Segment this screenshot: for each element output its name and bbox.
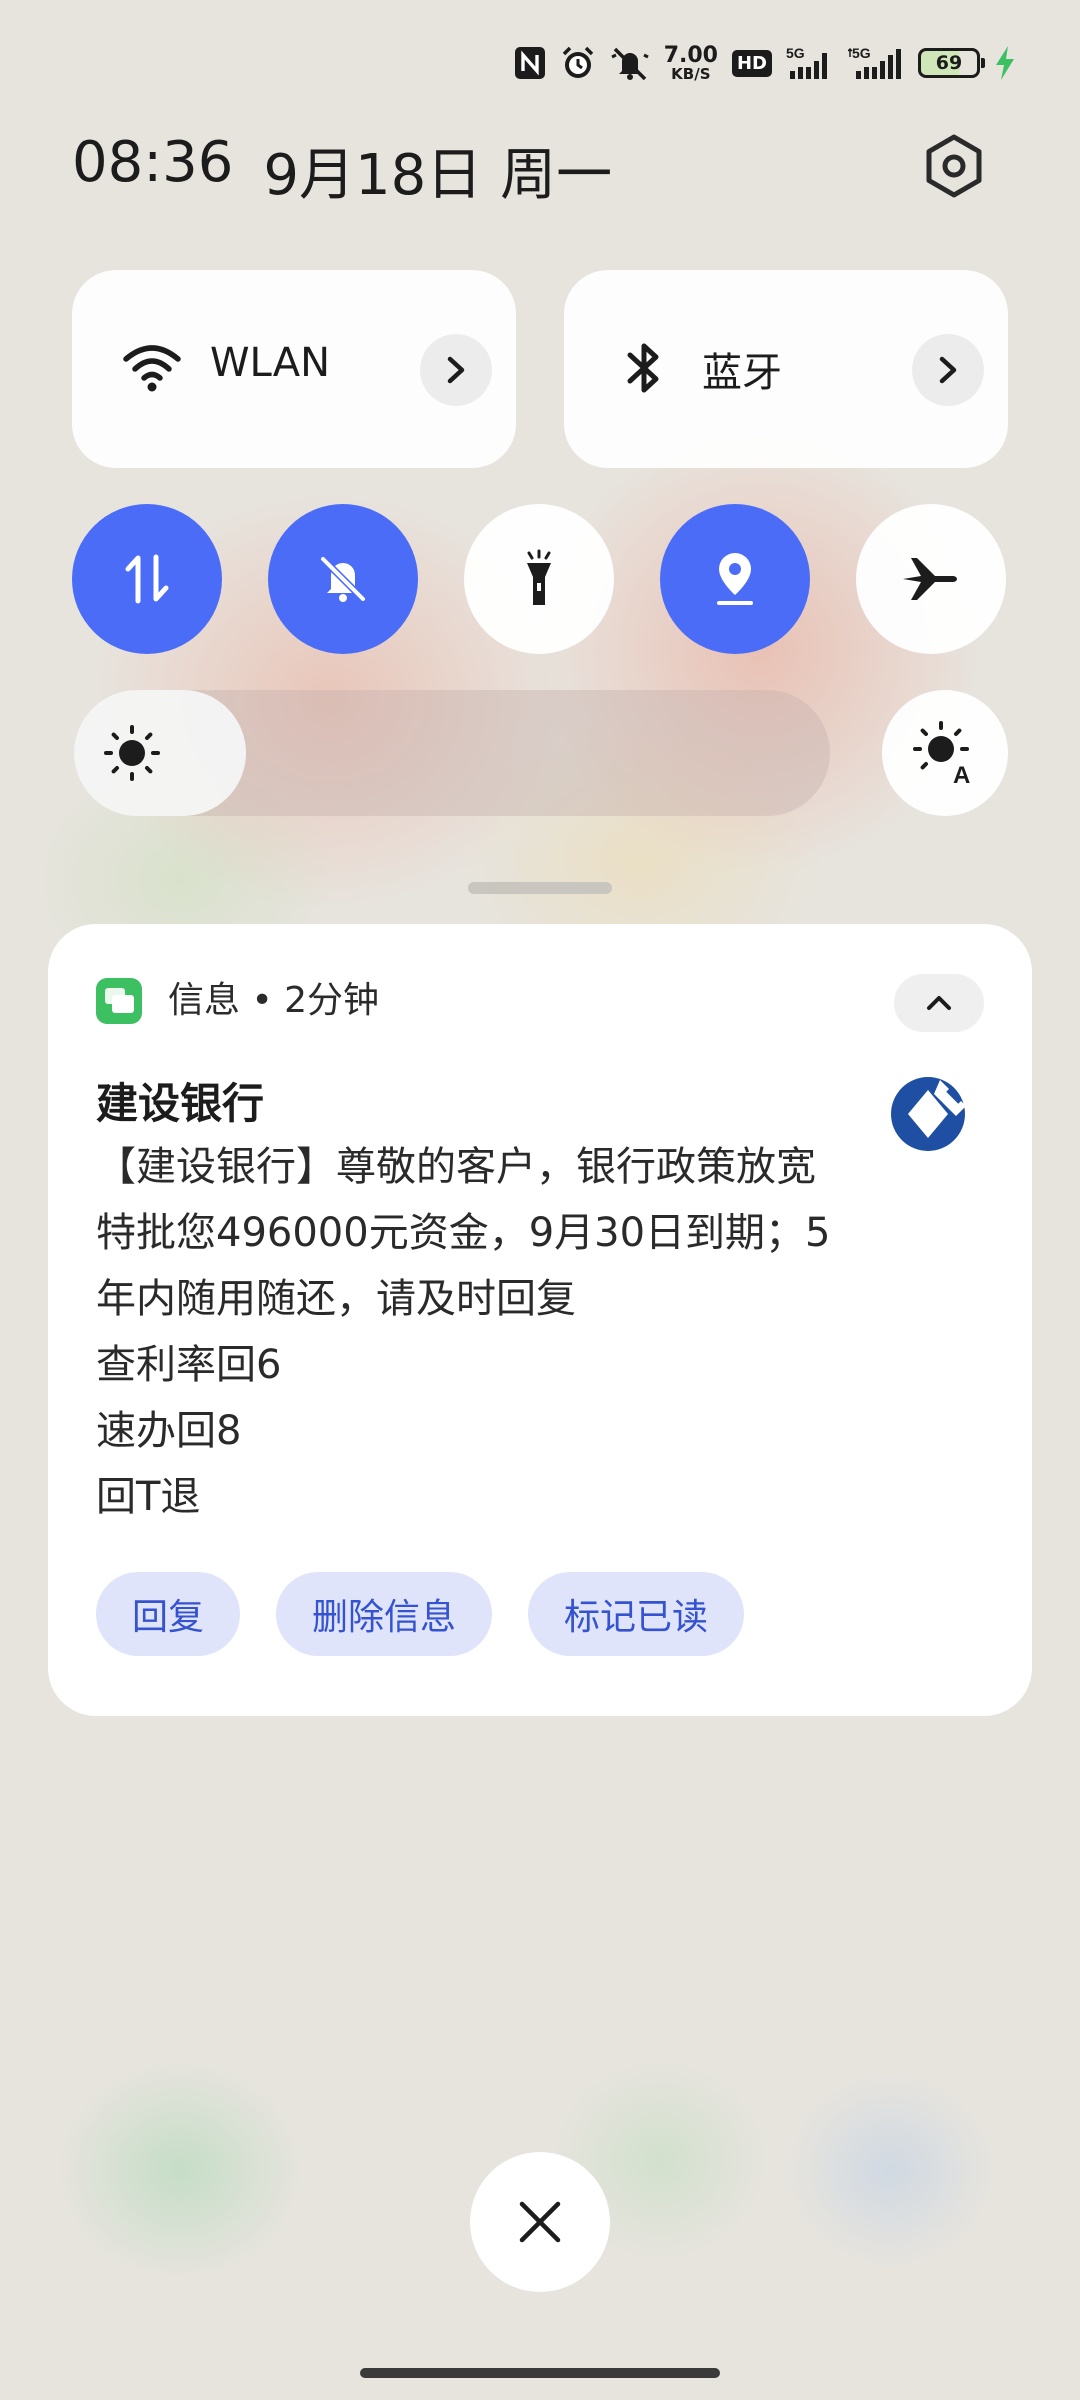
location-toggle[interactable] — [660, 504, 810, 654]
chevron-right-icon — [447, 356, 465, 384]
message-line: 回T退 — [96, 1474, 201, 1520]
bluetooth-expand-button[interactable] — [912, 334, 984, 406]
auto-brightness-button[interactable]: A — [882, 690, 1008, 816]
app-name: 信息 — [168, 980, 241, 1021]
message-body: 【建设银行】尊敬的客户，银行政策放宽 特批您496000元资金，9月30日到期；… — [96, 1134, 876, 1530]
message-line: 【建设银行】尊敬的客户，银行政策放宽 — [96, 1144, 816, 1190]
close-icon — [519, 2201, 561, 2243]
chevron-right-icon — [939, 356, 957, 384]
network-speed-unit: KB/S — [671, 64, 711, 83]
notification-actions: 回复 删除信息 标记已读 — [96, 1572, 745, 1656]
date-label: 9月18日 周一 — [263, 143, 613, 208]
message-sender: 建设银行 — [96, 1079, 265, 1128]
data-arrows-icon — [125, 554, 169, 604]
message-line: 速办回8 — [96, 1408, 242, 1454]
brightness-icon — [104, 725, 160, 781]
location-pin-icon — [717, 553, 753, 605]
mobile-data-toggle[interactable] — [72, 504, 222, 654]
svg-text:A: A — [953, 762, 970, 785]
bell-off-icon — [320, 556, 366, 602]
wlan-expand-button[interactable] — [420, 334, 492, 406]
bluetooth-label: 蓝牙 — [702, 350, 782, 396]
signal-5g-label: 5G — [786, 45, 805, 61]
notification-header: 信息 • 2分钟 — [168, 978, 379, 1024]
panel-drag-handle[interactable] — [468, 882, 612, 894]
hd-icon: HD — [731, 49, 772, 77]
home-indicator[interactable] — [360, 2368, 720, 2378]
clock-time: 08:36 — [72, 130, 234, 195]
wlan-tile[interactable]: WLAN — [72, 270, 516, 468]
battery-indicator: 69 — [918, 48, 985, 78]
charging-icon — [994, 41, 1016, 85]
message-line: 查利率回6 — [96, 1342, 282, 1388]
bluetooth-tile[interactable]: 蓝牙 — [564, 270, 1008, 468]
messages-app-icon — [96, 978, 142, 1024]
reply-button[interactable]: 回复 — [96, 1572, 241, 1656]
chevron-up-icon — [927, 996, 951, 1010]
wifi-icon — [120, 336, 184, 400]
status-bar: 7.00 KB/S HD 5G 5G 69 — [514, 38, 1016, 88]
mute-toggle[interactable] — [268, 504, 418, 654]
clear-notifications-button[interactable] — [470, 2152, 610, 2292]
signal-5g-2-label: 5G — [852, 45, 871, 61]
message-line: 特批您496000元资金，9月30日到期；5 — [96, 1210, 831, 1256]
flashlight-icon — [527, 549, 551, 605]
airplane-icon — [903, 558, 957, 600]
alarm-icon — [560, 41, 596, 85]
ccb-bank-logo-icon — [891, 1077, 966, 1151]
bluetooth-icon — [612, 336, 676, 400]
notification-time: • 2分钟 — [251, 980, 380, 1021]
flashlight-toggle[interactable] — [464, 504, 614, 654]
nfc-icon — [514, 41, 546, 85]
mark-read-button[interactable]: 标记已读 — [528, 1572, 745, 1656]
collapse-button[interactable] — [894, 974, 984, 1032]
auto-brightness-icon: A — [913, 721, 970, 785]
delete-message-button[interactable]: 删除信息 — [276, 1572, 493, 1656]
airplane-toggle[interactable] — [856, 504, 1006, 654]
message-line: 年内随用随还，请及时回复 — [96, 1276, 576, 1322]
signal-5g-2-icon: 5G — [848, 41, 904, 85]
silent-icon — [610, 41, 650, 85]
brightness-slider[interactable] — [74, 690, 830, 816]
wlan-label: WLAN — [210, 340, 331, 386]
signal-5g-icon: 5G — [786, 41, 834, 85]
network-speed-value: 7.00 — [663, 42, 718, 68]
time-date-row: 08:36 9月18日 周一 — [72, 130, 612, 211]
sms-notification-card[interactable]: 信息 • 2分钟 建设银行 【建设银行】尊敬的客户，银行政策放宽 特批您4960… — [48, 924, 1032, 1716]
settings-button[interactable] — [914, 126, 994, 206]
network-speed: 7.00 KB/S — [663, 42, 718, 83]
battery-level: 69 — [935, 52, 963, 74]
gear-icon — [926, 134, 982, 198]
